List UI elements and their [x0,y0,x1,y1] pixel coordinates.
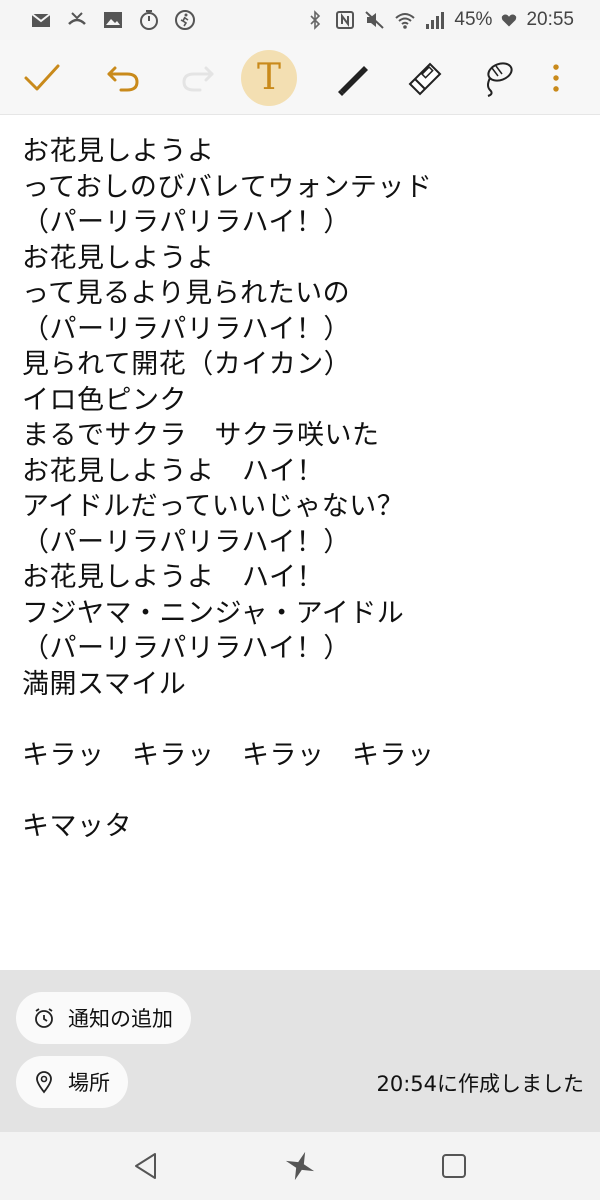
text-mode-glyph: T [256,57,281,98]
note-line: 見られて開花（カイカン） [22,349,352,380]
location-button[interactable]: 場所 [16,1056,128,1108]
add-notification-label: 通知の追加 [68,1007,173,1031]
image-icon [102,9,124,31]
check-icon[interactable] [14,50,70,106]
eraser-icon[interactable] [396,50,452,106]
note-line: （パーリラパリラハイ！） [22,633,351,664]
mute-icon [364,9,386,31]
note-line: お花見しようよ ハイ！ [22,562,324,593]
note-line: お花見しようよ ハイ！ [22,455,324,487]
text-mode-icon[interactable]: T [241,50,297,106]
note-line: お花見しようよ [22,136,215,167]
timer-icon [138,9,160,31]
note-toolbar: T [0,40,600,115]
clock: 20:55 [526,9,574,30]
recents-icon[interactable] [434,1146,474,1186]
note-line [22,702,582,738]
note-line: イロ色ピンク [22,384,187,416]
back-icon[interactable] [126,1146,166,1186]
note-line: （パーリラパリラハイ！） [22,207,351,238]
mail-icon [30,9,52,31]
location-pin-icon [36,1071,52,1094]
created-timestamp: 20:54に作成しました [376,1072,584,1096]
location-label: 場所 [68,1071,110,1095]
battery-percent: 45% [454,9,493,30]
note-line: キマッタ [22,810,132,842]
note-line: まるでサクラ サクラ咲いた [22,420,380,451]
undo-icon[interactable] [95,50,151,106]
pen-icon[interactable] [324,50,380,106]
signal-icon [424,9,446,31]
home-icon[interactable] [280,1146,320,1186]
wifi-icon [394,9,416,31]
lasso-icon[interactable] [470,50,526,106]
note-line [22,773,582,809]
battery-icon [500,9,518,31]
missed-call-icon [66,9,88,31]
note-line: フジヤマ・ニンジャ・アイドル [22,597,405,629]
note-line: （パーリラパリラハイ！） [22,313,351,345]
redo-icon[interactable] [170,50,226,106]
nfc-icon [334,9,356,31]
more-icon[interactable] [536,50,576,106]
note-line: っておしのびバレてウォンテッド [22,171,433,203]
note-text-area[interactable]: お花見しようよ っておしのびバレてウォンテッド （パーリラパリラハイ！） お花見しよう… [22,134,582,844]
note-line: お花見しようよ [22,242,215,274]
note-line: （パーリラパリラハイ！） [22,526,351,558]
add-notification-button[interactable]: 通知の追加 [16,992,191,1044]
bluetooth-icon [304,9,326,31]
running-icon [174,9,196,31]
alarm-clock-icon [35,1008,53,1028]
note-info-panel: 通知の追加 場所 20:54に作成しました [0,970,600,1132]
note-line: キラッ キラッ キラッ キラッ [22,739,435,771]
note-line: って見るより見られたいの [22,278,351,309]
note-line: 満開スマイル [22,668,187,700]
status-bar: 45% 20:55 [0,0,600,40]
note-line: アイドルだっていいじゃない？ [22,491,405,522]
navigation-bar [0,1132,600,1200]
